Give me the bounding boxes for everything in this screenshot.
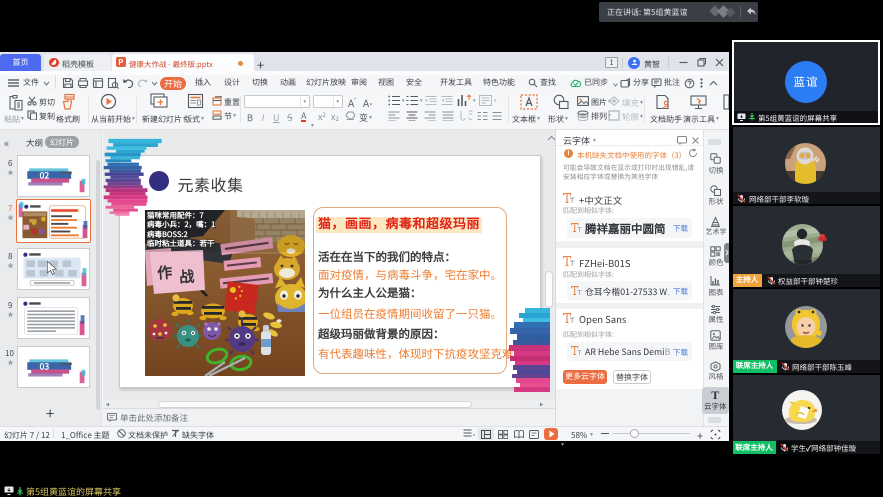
- svg-text:战: 战: [178, 266, 194, 288]
- svg-text:02: 02: [40, 169, 50, 181]
- svg-text:作: 作: [156, 262, 172, 284]
- svg-text:03: 03: [40, 360, 50, 372]
